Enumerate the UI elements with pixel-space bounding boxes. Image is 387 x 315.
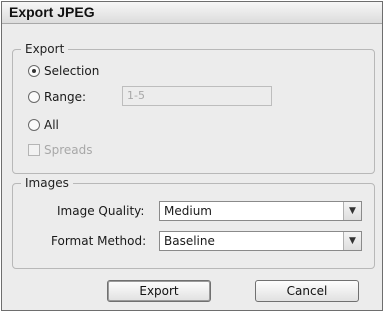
export-jpeg-dialog: Export JPEG Export Selection Range: 1-5 … [1, 1, 383, 311]
dialog-title: Export JPEG [9, 4, 95, 20]
all-label: All [44, 118, 59, 132]
format-method-value: Baseline [164, 234, 215, 248]
range-label: Range: [44, 90, 87, 104]
spreads-label: Spreads [44, 143, 93, 157]
image-quality-value: Medium [164, 204, 212, 218]
selection-radio[interactable] [28, 65, 40, 77]
export-button[interactable]: Export [107, 280, 211, 302]
range-radio[interactable] [28, 91, 40, 103]
image-quality-select[interactable]: Medium ▼ [159, 201, 362, 221]
range-input[interactable]: 1-5 [122, 86, 272, 106]
chevron-down-icon[interactable]: ▼ [343, 232, 361, 250]
cancel-button[interactable]: Cancel [255, 280, 359, 302]
range-radio-option[interactable]: Range: [28, 90, 86, 104]
export-group: Export Selection Range: 1-5 All Spreads [12, 42, 375, 174]
all-radio[interactable] [28, 119, 40, 131]
format-method-select[interactable]: Baseline ▼ [159, 231, 362, 251]
spreads-checkbox[interactable] [28, 144, 40, 156]
spreads-checkbox-option[interactable]: Spreads [28, 143, 93, 157]
chevron-down-icon[interactable]: ▼ [343, 202, 361, 220]
image-quality-label: Image Quality: [57, 204, 145, 218]
format-method-label: Format Method: [51, 234, 147, 248]
selection-radio-option[interactable]: Selection [28, 64, 99, 78]
all-radio-option[interactable]: All [28, 118, 59, 132]
export-group-legend: Export [21, 42, 69, 56]
images-group: Images Image Quality: Medium ▼ Format Me… [12, 176, 375, 269]
title-bar[interactable]: Export JPEG [2, 2, 382, 24]
selection-label: Selection [44, 64, 100, 78]
images-group-legend: Images [21, 176, 73, 190]
